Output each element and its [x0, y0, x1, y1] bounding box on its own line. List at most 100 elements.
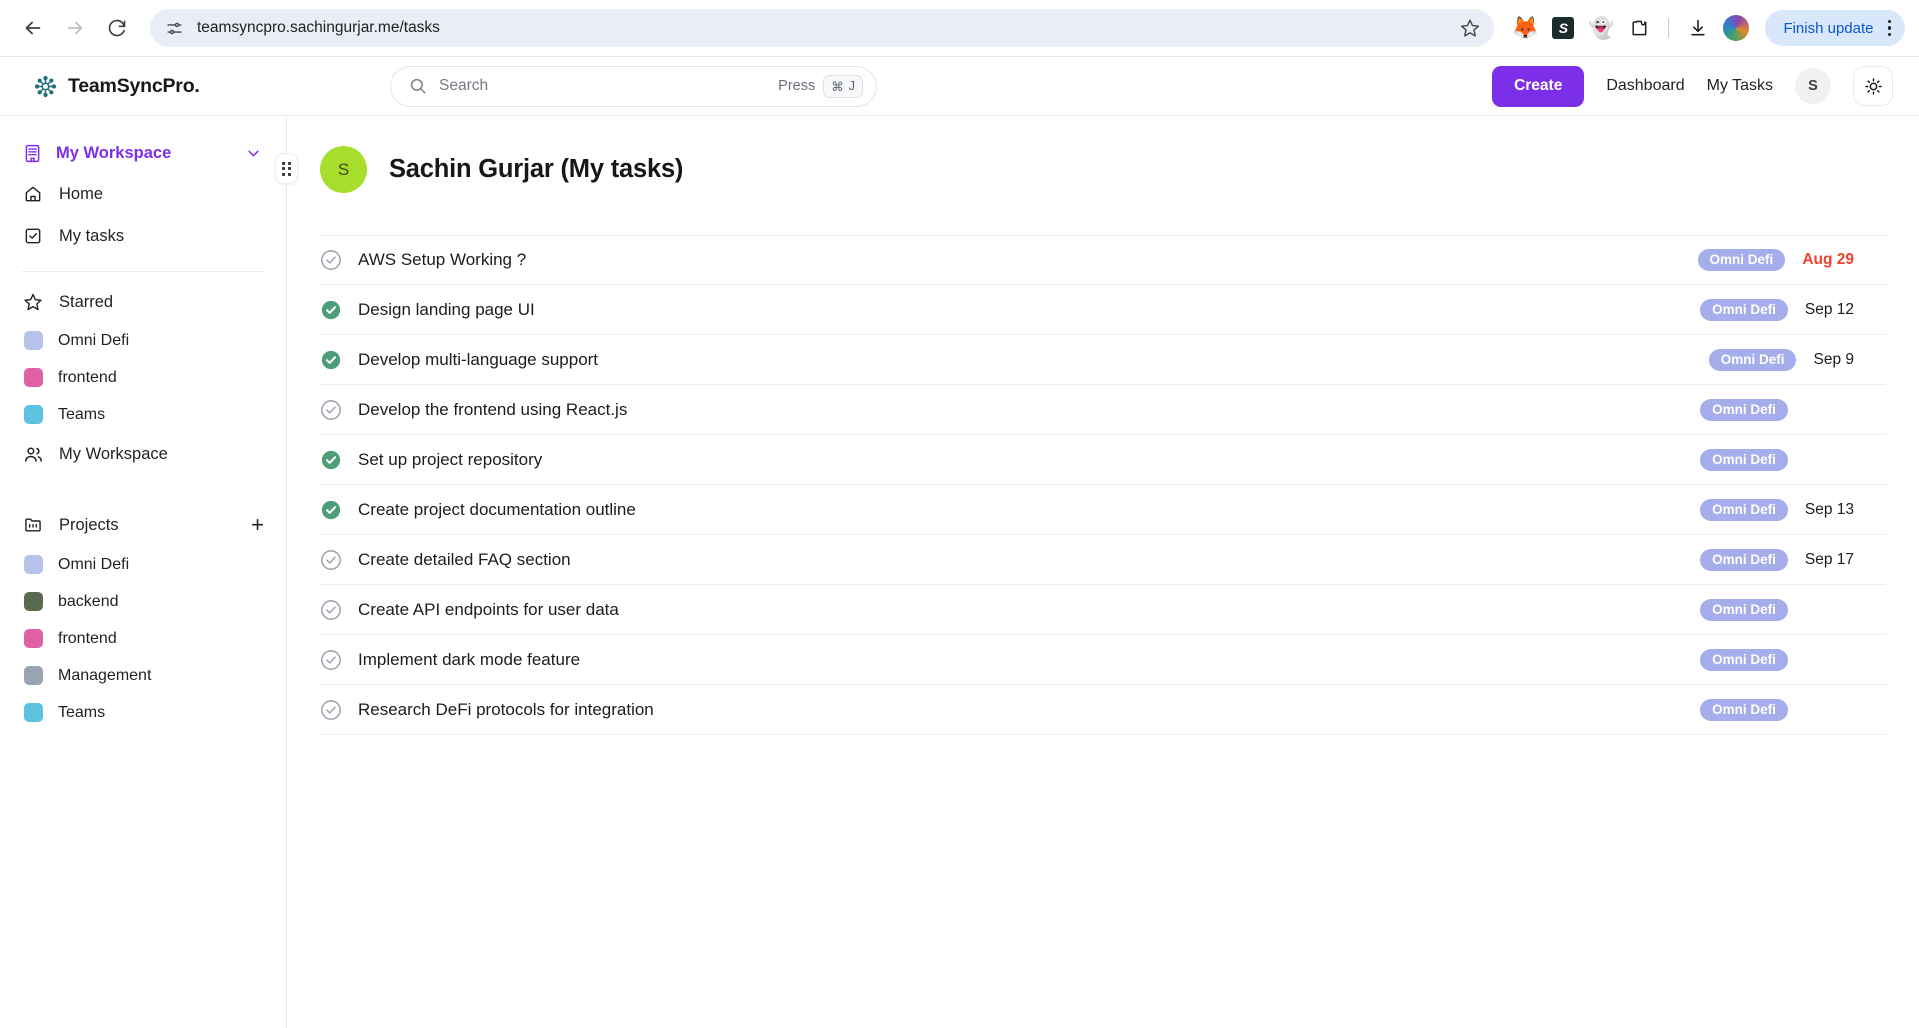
task-row[interactable]: Design landing page UI Omni Defi Sep 12: [320, 285, 1886, 335]
finish-update-label: Finish update: [1783, 19, 1874, 37]
nav-dashboard[interactable]: Dashboard: [1606, 77, 1684, 95]
task-incomplete-check-icon[interactable]: [320, 249, 342, 271]
task-project-tag[interactable]: Omni Defi: [1700, 498, 1788, 521]
search-input[interactable]: [439, 77, 779, 95]
workspace-switcher[interactable]: My Workspace: [0, 134, 286, 173]
sidebar-section-starred[interactable]: Starred: [0, 282, 286, 322]
global-search[interactable]: Press ⌘ J: [390, 65, 877, 107]
project-item-backend[interactable]: backend: [0, 583, 286, 620]
address-bar[interactable]: teamsyncpro.sachingurjar.me/tasks: [150, 9, 1495, 47]
task-project-tag[interactable]: Omni Defi: [1700, 548, 1788, 571]
starred-item-teams[interactable]: Teams: [0, 396, 286, 433]
task-title: Set up project repository: [358, 449, 543, 469]
starred-item-omni-defi[interactable]: Omni Defi: [0, 322, 286, 359]
task-complete-check-icon[interactable]: [320, 349, 342, 371]
star-icon[interactable]: [1460, 18, 1480, 38]
task-complete-check-icon[interactable]: [320, 499, 342, 521]
brand[interactable]: TeamSyncPro.: [34, 75, 288, 98]
profile-avatar[interactable]: [1719, 11, 1753, 45]
header-avatar[interactable]: S: [1795, 68, 1831, 104]
task-row[interactable]: Create project documentation outline Omni…: [320, 485, 1886, 535]
task-complete-check-icon[interactable]: [320, 449, 342, 471]
task-due-date[interactable]: Sep 9: [1813, 351, 1854, 369]
task-meta: Omni Defi Sep 9: [1708, 348, 1886, 371]
project-item-teams[interactable]: Teams: [0, 694, 286, 731]
workspace-name: My Workspace: [56, 144, 172, 162]
site-settings-icon[interactable]: [166, 20, 183, 37]
task-project-tag[interactable]: Omni Defi: [1700, 598, 1788, 621]
extensions-puzzle-icon[interactable]: [1622, 11, 1656, 45]
project-item-omni-defi[interactable]: Omni Defi: [0, 546, 286, 583]
task-incomplete-check-icon[interactable]: [320, 649, 342, 671]
users-icon: [22, 444, 44, 465]
task-title: Develop multi-language support: [358, 349, 599, 369]
task-incomplete-check-icon[interactable]: [320, 599, 342, 621]
download-icon[interactable]: [1681, 11, 1715, 45]
task-due-date[interactable]: Aug 29: [1802, 251, 1854, 269]
task-due-date[interactable]: Sep 12: [1805, 301, 1854, 319]
task-row[interactable]: Create API endpoints for user data Omni D…: [320, 585, 1886, 635]
project-color-swatch: [24, 405, 43, 424]
sidebar-resize-handle[interactable]: [276, 154, 297, 183]
task-due-date[interactable]: Sep 13: [1805, 501, 1854, 519]
ghost-extension-icon[interactable]: 👻: [1584, 11, 1618, 45]
project-item-frontend[interactable]: frontend: [0, 620, 286, 657]
task-row[interactable]: Research DeFi protocols for integration O…: [320, 685, 1886, 735]
cmd-key-glyph: ⌘: [831, 79, 844, 94]
project-color-swatch: [24, 555, 43, 574]
plus-icon[interactable]: +: [251, 514, 264, 536]
finish-update-button[interactable]: Finish update: [1765, 10, 1905, 46]
task-meta: Omni DefiSep 00: [1700, 398, 1886, 421]
project-item-label: frontend: [58, 629, 117, 647]
metamask-extension-icon[interactable]: 🦊: [1508, 11, 1542, 45]
task-incomplete-check-icon[interactable]: [320, 699, 342, 721]
task-project-tag[interactable]: Omni Defi: [1700, 448, 1788, 471]
task-incomplete-check-icon[interactable]: [320, 549, 342, 571]
task-project-tag[interactable]: Omni Defi: [1697, 249, 1786, 271]
forward-icon[interactable]: [56, 9, 94, 47]
create-button[interactable]: Create: [1492, 65, 1585, 107]
search-hint-text: Press: [778, 78, 816, 94]
back-icon[interactable]: [14, 9, 52, 47]
task-project-tag[interactable]: Omni Defi: [1700, 398, 1788, 421]
project-item-label: Management: [58, 666, 152, 684]
task-title: Create project documentation outline: [358, 499, 636, 519]
task-row[interactable]: Develop multi-language support Omni Defi S…: [320, 335, 1886, 385]
sun-icon[interactable]: [1853, 66, 1893, 106]
task-title: Implement dark mode feature: [358, 649, 581, 669]
sublime-extension-icon[interactable]: S: [1546, 11, 1580, 45]
task-row[interactable]: Set up project repository Omni DefiSep 00: [320, 435, 1886, 485]
task-row[interactable]: Develop the frontend using React.js Omni …: [320, 385, 1886, 435]
task-project-tag[interactable]: Omni Defi: [1700, 298, 1788, 321]
starred-workspace-label: My Workspace: [59, 445, 168, 463]
task-complete-check-icon[interactable]: [320, 299, 342, 321]
task-meta: Omni DefiSep 00: [1700, 598, 1886, 621]
check-square-icon: [22, 226, 44, 246]
nav-my-tasks[interactable]: My Tasks: [1707, 77, 1773, 95]
task-row[interactable]: Create detailed FAQ section Omni Defi Sep …: [320, 535, 1886, 585]
task-meta: Omni Defi Sep 13: [1700, 498, 1886, 521]
task-incomplete-check-icon[interactable]: [320, 399, 342, 421]
reload-icon[interactable]: [98, 9, 136, 47]
starred-item-frontend[interactable]: frontend: [0, 359, 286, 396]
task-meta: Omni Defi Aug 29: [1697, 249, 1886, 271]
toolbar-divider: [1668, 18, 1670, 38]
task-due-date[interactable]: Sep 17: [1805, 551, 1854, 569]
folder-icon: [22, 515, 44, 535]
task-row[interactable]: Implement dark mode feature Omni DefiSep …: [320, 635, 1886, 685]
sidebar-item-my-tasks[interactable]: My tasks: [0, 215, 286, 257]
task-project-tag[interactable]: Omni Defi: [1708, 348, 1797, 371]
task-meta: Omni Defi Sep 17: [1700, 548, 1886, 571]
project-item-management[interactable]: Management: [0, 657, 286, 694]
sidebar-item-home[interactable]: Home: [0, 173, 286, 215]
three-dot-menu-icon[interactable]: [1880, 19, 1900, 37]
starred-item-my-workspace[interactable]: My Workspace: [0, 433, 286, 476]
sidebar-section-label: Projects: [59, 515, 119, 534]
task-project-tag[interactable]: Omni Defi: [1700, 698, 1788, 721]
chevron-down-icon[interactable]: [245, 145, 262, 162]
project-item-label: backend: [58, 592, 119, 610]
task-project-tag[interactable]: Omni Defi: [1700, 648, 1788, 671]
grip-dots-icon: [282, 161, 291, 176]
task-row[interactable]: AWS Setup Working ? Omni Defi Aug 29: [320, 235, 1886, 285]
page-title: S Sachin Gurjar (My tasks): [320, 146, 1886, 193]
